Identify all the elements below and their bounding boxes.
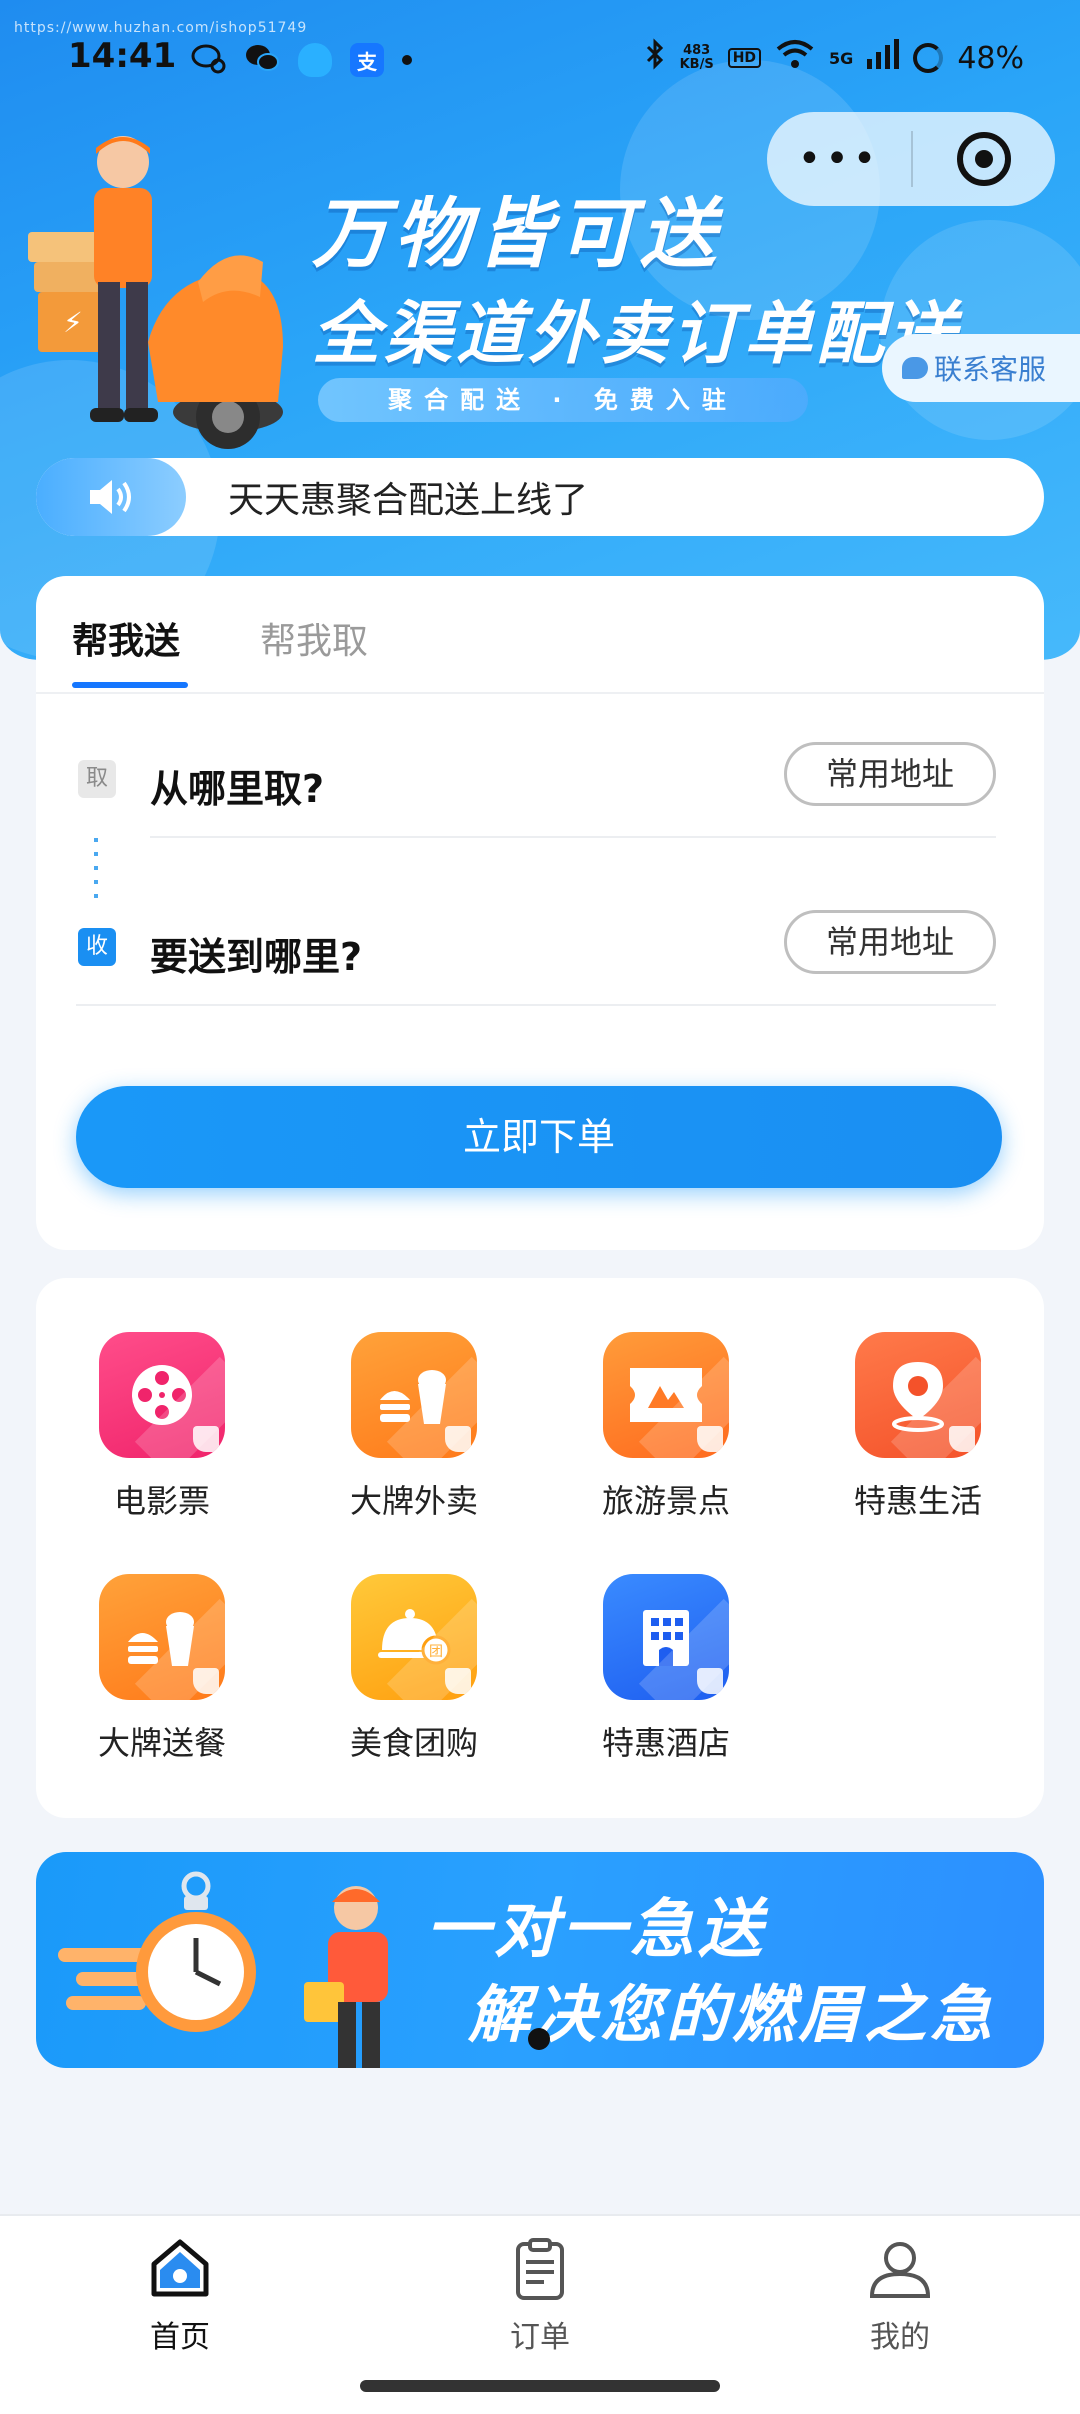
dropoff-question: 要送到哪里?: [150, 935, 363, 979]
user-icon: [869, 2242, 931, 2298]
net-speed: 483 KB/S: [680, 44, 714, 72]
divider: [150, 836, 996, 838]
service-discount-life[interactable]: 特惠生活: [808, 1332, 1028, 1552]
alipay-icon: 支: [350, 43, 384, 77]
tab-mine[interactable]: 我的: [800, 2236, 1000, 2356]
tab-mine-label: 我的: [870, 2320, 930, 2355]
hero-title: 万物皆可送: [312, 189, 722, 278]
stopwatch-courier-illustration: [58, 1871, 388, 2068]
tab-underline: [72, 682, 188, 688]
services-grid: 电影票 大牌外卖 旅游景点 特惠生活 大牌送餐 团 美食团购 特惠酒店: [36, 1278, 1044, 1818]
film-reel-icon: [99, 1332, 225, 1458]
bluetooth-icon: [644, 38, 666, 78]
chat-icon: [902, 357, 928, 379]
burger-drink-icon: [351, 1332, 477, 1458]
order-tabs: 帮我送 帮我取: [36, 576, 1044, 694]
close-capsule-button[interactable]: [913, 132, 1055, 186]
tab-pickup[interactable]: 帮我取: [260, 612, 368, 664]
tab-home-label: 首页: [150, 2320, 210, 2355]
order-card: 帮我送 帮我取 取 从哪里取? 常用地址 收 要送到哪里? 常用地址 立即下单: [36, 576, 1044, 1250]
notification-dot: [402, 55, 412, 65]
service-movie-tickets[interactable]: 电影票: [52, 1332, 272, 1552]
ticket-mountain-icon: [603, 1332, 729, 1458]
route-dots: [94, 838, 98, 898]
service-label: 特惠酒店: [601, 1724, 730, 1762]
banner-line1: 一对一急送: [426, 1893, 766, 1967]
location-pin-icon: [855, 1332, 981, 1458]
food-cloche-icon: 团: [351, 1574, 477, 1700]
dropoff-tag: 收: [78, 928, 116, 966]
battery-ring-icon: [913, 43, 944, 73]
burger-drink-icon: [99, 1574, 225, 1700]
miniprogram-capsule: •••: [767, 112, 1055, 206]
tab-orders-label: 订单: [510, 2320, 570, 2355]
service-travel-spots[interactable]: 旅游景点: [556, 1332, 776, 1552]
dropoff-address-row[interactable]: 收 要送到哪里? 常用地址: [36, 904, 1044, 1006]
notice-text: 天天惠聚合配送上线了: [228, 480, 589, 521]
service-label: 美食团购: [349, 1724, 478, 1762]
status-time: 14:41: [68, 36, 177, 76]
chat-bubble-icon: [190, 42, 226, 78]
net-speed-value: 483: [683, 43, 711, 58]
service-discount-hotel[interactable]: 特惠酒店: [556, 1574, 776, 1794]
service-food-group-buy[interactable]: 团 美食团购: [304, 1574, 524, 1794]
service-label: 大牌送餐: [97, 1724, 226, 1762]
hd-badge: HD: [727, 48, 762, 68]
place-order-button[interactable]: 立即下单: [76, 1086, 1002, 1188]
service-label: 旅游景点: [601, 1482, 730, 1520]
target-icon: [957, 132, 1011, 186]
tab-home[interactable]: 首页: [80, 2236, 280, 2356]
wechat-icon: [244, 42, 280, 78]
tab-orders[interactable]: 订单: [440, 2236, 640, 2356]
contact-service-label: 联系客服: [934, 353, 1047, 386]
service-label: 大牌外卖: [349, 1482, 478, 1520]
network-type: 5G: [829, 48, 854, 68]
courier-illustration: ⚡: [28, 136, 283, 449]
service-label: 特惠生活: [853, 1482, 982, 1520]
service-brand-takeout[interactable]: 大牌外卖: [304, 1332, 524, 1552]
hero-subtitle: 全渠道外卖订单配送: [312, 295, 961, 374]
contact-service-button[interactable]: 联系客服: [882, 334, 1080, 402]
status-right: 483 KB/S HD 5G 48%: [644, 38, 1024, 78]
carousel-indicator: [528, 2028, 550, 2050]
pickup-address-row[interactable]: 取 从哪里取? 常用地址: [36, 736, 1044, 838]
home-indicator[interactable]: [360, 2380, 720, 2392]
clipboard-icon: [516, 2238, 564, 2300]
home-icon: [151, 2239, 209, 2297]
notice-bar[interactable]: 天天惠聚合配送上线了: [36, 458, 1044, 536]
qq-icon: [298, 43, 332, 77]
pickup-common-address-button[interactable]: 常用地址: [784, 742, 996, 806]
notification-icons: 支: [190, 42, 412, 78]
more-dots-icon[interactable]: •••: [767, 139, 911, 179]
status-bar: 14:41 支 483 KB/S HD 5G 48%: [0, 28, 1080, 92]
signal-icon: [867, 39, 900, 77]
net-speed-unit: KB/S: [679, 57, 714, 72]
service-brand-meal-delivery[interactable]: 大牌送餐: [52, 1574, 272, 1794]
pickup-question: 从哪里取?: [150, 767, 325, 811]
express-banner[interactable]: 一对一急送 解决您的燃眉之急: [36, 1852, 1044, 2068]
hotel-building-icon: [603, 1574, 729, 1700]
tab-send[interactable]: 帮我送: [72, 612, 180, 664]
divider: [76, 1004, 996, 1006]
speaker-icon: [36, 458, 186, 536]
pickup-tag: 取: [78, 760, 116, 798]
svg-text:⚡: ⚡: [63, 306, 83, 339]
hero-pill: 聚合配送 · 免费入驻: [318, 378, 808, 422]
dropoff-common-address-button[interactable]: 常用地址: [784, 910, 996, 974]
battery-percent: 48%: [957, 40, 1024, 76]
service-label: 电影票: [113, 1482, 210, 1520]
wifi-icon: [775, 39, 815, 77]
